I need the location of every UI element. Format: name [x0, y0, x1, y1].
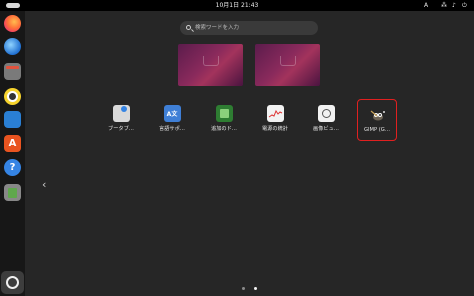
- show-apps-button[interactable]: [1, 271, 24, 294]
- network-icon[interactable]: ⁂: [441, 0, 447, 11]
- document-icon[interactable]: [4, 111, 21, 128]
- app-image-viewer[interactable]: 画像ビュ…: [306, 98, 346, 140]
- store-icon[interactable]: A: [4, 135, 21, 152]
- app-label: 画像ビュ…: [313, 126, 339, 132]
- app-gimp[interactable]: GIMP (G…: [357, 99, 397, 141]
- page-indicator-2[interactable]: [254, 287, 257, 290]
- chevron-left-icon[interactable]: ‹: [42, 178, 46, 191]
- chip-icon: [215, 105, 233, 122]
- page-indicator-1[interactable]: [242, 287, 245, 290]
- search-input[interactable]: 検索ワードを入力: [180, 21, 318, 35]
- music-icon[interactable]: [4, 88, 21, 105]
- clock[interactable]: 10月1日 21:43: [0, 0, 474, 11]
- app-label: GIMP (G…: [363, 127, 391, 133]
- app-bootable-usb[interactable]: ブータブ…: [101, 98, 141, 140]
- app-power-statistics[interactable]: 電源の統計: [255, 98, 295, 140]
- image-viewer-icon: [317, 105, 335, 122]
- app-label: 電源の統計: [262, 126, 288, 132]
- trash-icon[interactable]: [4, 184, 21, 201]
- search-icon: [186, 25, 191, 30]
- ubuntu-apps-icon: [6, 276, 19, 289]
- firefox-icon[interactable]: [4, 15, 21, 32]
- input-method-indicator[interactable]: A: [424, 0, 428, 11]
- folder-icon[interactable]: [4, 63, 21, 80]
- mail-icon[interactable]: [4, 38, 21, 55]
- help-icon[interactable]: ?: [4, 159, 21, 176]
- power-stats-icon: [266, 105, 284, 122]
- app-label: ブータブ…: [108, 126, 134, 132]
- search-placeholder: 検索ワードを入力: [195, 25, 240, 31]
- workspace-thumbnail-2[interactable]: [255, 44, 320, 86]
- top-bar: 10月1日 21:43 A ⁂ ♪ ⏻: [0, 0, 474, 11]
- usb-icon: [112, 105, 130, 122]
- app-label: 言語サポ…: [159, 126, 185, 132]
- volume-icon[interactable]: ♪: [452, 0, 456, 11]
- power-icon[interactable]: ⏻: [462, 0, 467, 11]
- dock: A ?: [0, 11, 25, 296]
- app-language-support[interactable]: A文 言語サポ…: [152, 98, 192, 140]
- workspace-thumbnail-1[interactable]: [178, 44, 243, 86]
- app-label: 追加のド…: [211, 126, 237, 132]
- app-additional-drivers[interactable]: 追加のド…: [204, 98, 244, 140]
- language-icon: A文: [163, 105, 181, 122]
- gimp-icon: [369, 107, 386, 124]
